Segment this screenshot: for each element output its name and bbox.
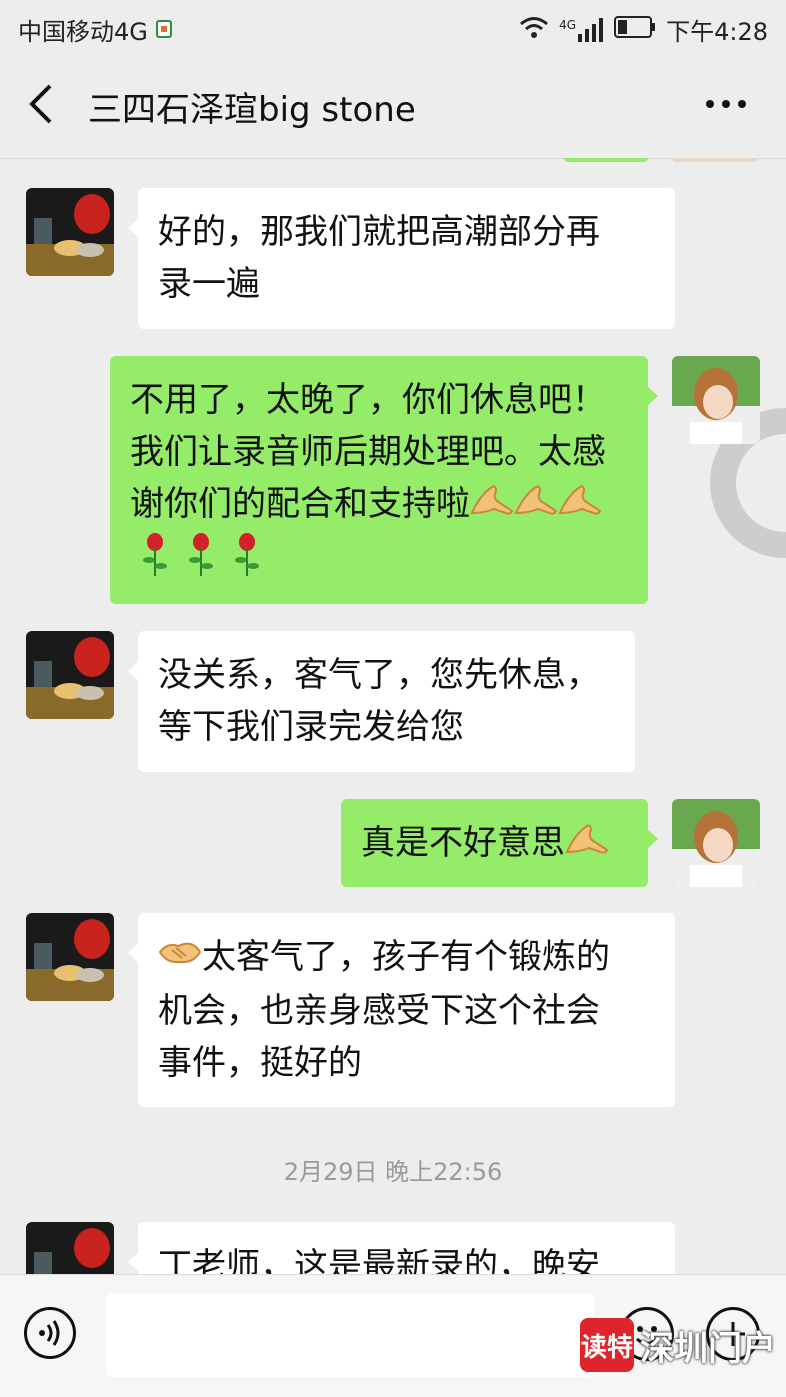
- sim-icon: [155, 16, 172, 44]
- message-list[interactable]: 好的，那我们就把高潮部分再 录一遍 不用了，太晚了，你们休息吧！ 我们让录音师后…: [0, 158, 786, 1274]
- previous-avatar-fragment: [672, 158, 758, 162]
- message-line: 事件，挺好的: [158, 1042, 362, 1083]
- chat-timestamp: 2月29日 晚上22:56: [283, 1158, 503, 1186]
- received-message-bubble[interactable]: 没关系，客气了，您先休息， 等下我们录完发给您: [128, 631, 635, 772]
- status-bar: 中国移动4G 4G 下午4:28: [0, 0, 786, 54]
- sent-message-bubble[interactable]: 真是不好意思: [341, 799, 658, 887]
- battery-icon: [614, 15, 656, 44]
- message-line: 丁老师，这是最新录的，晚安: [158, 1246, 600, 1274]
- contact-avatar[interactable]: [26, 188, 114, 276]
- network-type-label: 4G: [559, 17, 577, 32]
- chevron-left-icon: [29, 84, 52, 124]
- message-line-with-emoji: 太客气了，孩子有个锻炼的: [158, 931, 655, 985]
- contact-avatar[interactable]: [26, 913, 114, 1001]
- signal-icon: 4G: [559, 17, 604, 42]
- voice-icon: [39, 1320, 60, 1346]
- handshake-emoji: [158, 933, 202, 985]
- wifi-icon: [519, 15, 549, 45]
- chat-title: 三四石泽瑄big stone: [88, 90, 416, 130]
- message-line: 我们让录音师后期处理吧。太感: [130, 432, 606, 472]
- watermark-badge: 读特: [580, 1318, 634, 1372]
- message-line: 录一遍: [158, 264, 260, 304]
- rose-emoji-row: [130, 532, 628, 593]
- rose-emoji: [138, 532, 172, 593]
- sent-message-bubble[interactable]: 不用了，太晚了，你们休息吧！ 我们让录音师后期处理吧。太感 谢你们的配合和支持啦: [110, 356, 658, 604]
- message-line: 不用了，太晚了，你们休息吧！: [130, 380, 606, 420]
- message-line-with-emoji: 谢你们的配合和支持啦: [130, 478, 628, 532]
- voice-input-button[interactable]: [24, 1307, 76, 1359]
- my-avatar[interactable]: [672, 356, 760, 444]
- rose-emoji: [184, 532, 218, 593]
- back-button[interactable]: [26, 82, 66, 130]
- message-line: 没关系，客气了，您先休息，: [158, 655, 600, 695]
- message-line: 真是不好意思: [361, 823, 565, 863]
- contact-avatar[interactable]: [26, 1222, 114, 1274]
- message-input[interactable]: [106, 1293, 594, 1377]
- more-options-button[interactable]: [700, 84, 752, 124]
- message-line: 好的，那我们就把高潮部分再: [158, 212, 600, 252]
- message-line: 谢你们的配合和支持啦: [130, 484, 470, 524]
- rose-emoji: [230, 532, 264, 593]
- message-line: 等下我们录完发给您: [158, 707, 464, 747]
- message-line: 太客气了，孩子有个锻炼的: [202, 937, 610, 977]
- received-message-bubble[interactable]: 好的，那我们就把高潮部分再 录一遍: [128, 188, 675, 329]
- contact-avatar[interactable]: [26, 631, 114, 719]
- ok-hand-emoji: [470, 480, 514, 532]
- more-dots-icon: [706, 100, 746, 108]
- chat-header: 三四石泽瑄big stone: [0, 54, 786, 159]
- source-watermark: 读特 深圳门户: [580, 1318, 776, 1372]
- my-avatar[interactable]: [672, 799, 760, 887]
- clock-label: 下午4:28: [666, 18, 768, 46]
- message-line: 机会，也亲身感受下这个社会: [158, 990, 600, 1031]
- ok-hand-emoji: [565, 819, 609, 871]
- received-message-bubble[interactable]: 丁老师，这是最新录的，晚安: [128, 1222, 675, 1274]
- previous-message-fragment: [564, 158, 648, 162]
- watermark-text: 深圳门户: [640, 1328, 776, 1369]
- received-message-bubble[interactable]: 太客气了，孩子有个锻炼的 机会，也亲身感受下这个社会 事件，挺好的: [128, 913, 675, 1107]
- carrier-label: 中国移动4G: [18, 18, 148, 46]
- ok-hand-emoji: [558, 480, 602, 532]
- ok-hand-emoji: [514, 480, 558, 532]
